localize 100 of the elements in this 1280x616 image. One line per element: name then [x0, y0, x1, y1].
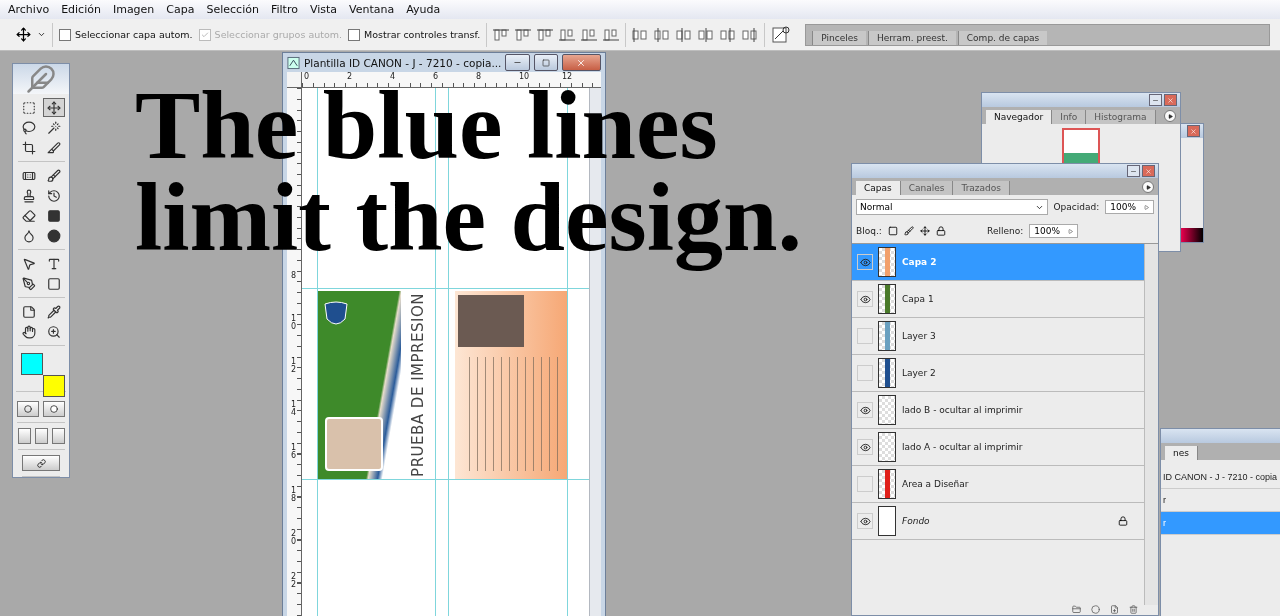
option-checkbox[interactable]: Mostrar controles transf. [348, 28, 481, 41]
new-layer-icon[interactable] [1110, 605, 1119, 614]
trash-icon[interactable] [1129, 605, 1138, 614]
background-color-swatch[interactable] [43, 375, 65, 397]
layer-row[interactable]: Area a Diseñar [852, 466, 1144, 503]
maximize-button[interactable] [533, 54, 558, 71]
align-icon[interactable] [515, 27, 532, 42]
visibility-toggle[interactable] [857, 291, 873, 307]
menu-item[interactable]: Archivo [2, 3, 56, 16]
menu-item[interactable]: Filtro [264, 3, 304, 16]
eye-icon [859, 404, 871, 416]
zoom-icon [46, 324, 61, 339]
panel-tab[interactable]: Info [1052, 110, 1087, 124]
visibility-toggle[interactable] [857, 254, 873, 270]
palette-tab[interactable]: Pinceles [812, 30, 866, 45]
distribute-icon[interactable] [698, 27, 715, 42]
palette-tab[interactable]: Comp. de capas [957, 30, 1048, 45]
quick-mask-button[interactable] [43, 401, 65, 417]
document-settings-icon[interactable] [771, 25, 792, 44]
palette-tab[interactable]: Herram. preest. [867, 30, 956, 45]
close-button[interactable] [1187, 125, 1200, 137]
layer-row[interactable]: Fondo [852, 503, 1144, 540]
ruler-label: 10 [291, 315, 297, 333]
layer-row[interactable]: lado A - ocultar al imprimir [852, 429, 1144, 466]
panel-menu-button[interactable] [1164, 110, 1176, 122]
lock-transparency-icon[interactable] [887, 226, 898, 236]
lock-position-icon[interactable] [919, 226, 930, 236]
play-icon [1144, 204, 1149, 210]
layer-thumbnail [878, 395, 896, 425]
panel-tab[interactable]: Navegador [986, 110, 1053, 124]
align-icon[interactable] [559, 27, 576, 42]
align-icon[interactable] [537, 27, 554, 42]
menu-item[interactable]: Capa [160, 3, 201, 16]
type-icon [46, 256, 61, 271]
visibility-toggle[interactable] [857, 476, 873, 492]
distribute-icon[interactable] [742, 27, 759, 42]
menu-item[interactable]: Imagen [106, 3, 161, 16]
layer-row[interactable]: lado B - ocultar al imprimir [852, 392, 1144, 429]
visibility-toggle[interactable] [857, 439, 873, 455]
menu-item[interactable]: Ventana [343, 3, 401, 16]
layer-row[interactable]: Capa 1 [852, 281, 1144, 318]
pointer-icon [21, 256, 36, 271]
jump-to-button[interactable] [22, 455, 60, 471]
menu-item[interactable]: Edición [55, 3, 107, 16]
panel-tab[interactable]: Capas [856, 181, 901, 195]
collapse-button[interactable] [1149, 94, 1162, 106]
collapse-button[interactable] [1127, 165, 1140, 177]
opacity-label: Opacidad: [1053, 202, 1100, 212]
screen-mode-button[interactable] [34, 428, 48, 444]
move-tool-icon[interactable] [16, 27, 31, 42]
distribute-icon[interactable] [632, 27, 649, 42]
opacity-field[interactable]: 100% [1105, 200, 1154, 214]
window-title: Plantilla ID CANON - J - 7210 - copia... [304, 56, 502, 69]
panel-tab[interactable]: Canales [900, 181, 954, 195]
distribute-icon[interactable] [654, 27, 671, 42]
close-button[interactable] [561, 54, 601, 71]
align-icon[interactable] [603, 27, 620, 42]
lock-icon[interactable] [935, 226, 946, 236]
panel-menu-button[interactable] [1142, 181, 1154, 193]
align-icon[interactable] [581, 27, 598, 42]
layer-name: Layer 2 [902, 368, 937, 378]
screen-mode-button[interactable] [51, 428, 65, 444]
history-brush-icon [46, 188, 61, 203]
menu-item[interactable]: Selección [200, 3, 265, 16]
screen-mode-button[interactable] [17, 428, 31, 444]
fill-field[interactable]: 100% [1029, 224, 1078, 238]
distribute-icon[interactable] [676, 27, 693, 42]
standard-mode-button[interactable] [17, 401, 39, 417]
minimize-button[interactable] [505, 54, 530, 71]
panel-tab[interactable]: Histograma [1086, 110, 1156, 124]
scroll-bar[interactable] [1144, 244, 1158, 605]
visibility-toggle[interactable] [857, 513, 873, 529]
eye-icon [859, 256, 871, 268]
visibility-toggle[interactable] [857, 365, 873, 381]
layer-row[interactable]: Layer 2 [852, 355, 1144, 392]
history-label: r [1162, 518, 1166, 528]
visibility-toggle[interactable] [857, 328, 873, 344]
photo-placeholder [458, 295, 524, 347]
align-icon[interactable] [493, 27, 510, 42]
circle-icon[interactable] [1091, 605, 1100, 614]
panel-tab[interactable]: Trazados [953, 181, 1010, 195]
move-tool-button[interactable] [42, 98, 65, 117]
visibility-toggle[interactable] [857, 402, 873, 418]
menu-item[interactable]: Vista [303, 3, 344, 16]
panel-tab[interactable]: nes [1165, 446, 1198, 460]
ruler-label: 14 [291, 401, 297, 419]
blend-mode-dropdown[interactable]: Normal [856, 199, 1048, 215]
layer-name: Layer 3 [902, 331, 937, 341]
lock-brush-icon[interactable] [903, 226, 914, 236]
ruler-label: 20 [291, 530, 297, 548]
menu-item[interactable]: Ayuda [400, 3, 447, 16]
lasso-icon [21, 120, 36, 135]
foreground-color-swatch[interactable] [21, 353, 43, 375]
distribute-icon[interactable] [720, 27, 737, 42]
option-checkbox[interactable]: Seleccionar capa autom. [59, 28, 193, 41]
folder-icon[interactable] [1072, 605, 1081, 614]
layer-row[interactable]: Layer 3 [852, 318, 1144, 355]
caret-icon[interactable] [37, 30, 46, 39]
photo-placeholder [325, 417, 383, 471]
move-icon [46, 100, 61, 115]
